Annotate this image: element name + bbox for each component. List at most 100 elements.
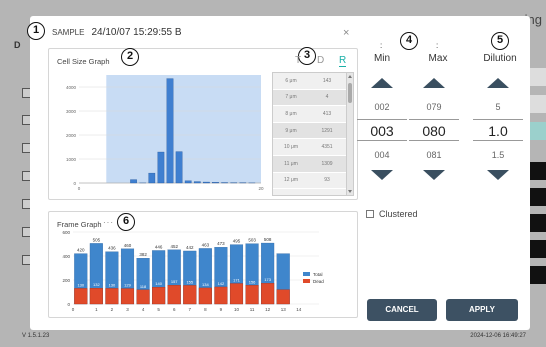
cancel-button[interactable]: CANCEL [367, 299, 437, 321]
max-increase-arrow-icon[interactable] [423, 78, 445, 88]
x-tick-label: 9 [220, 307, 223, 312]
x-tick-label: 7 [189, 307, 192, 312]
apply-button[interactable]: APPLY [446, 299, 518, 321]
dilution-prev-value[interactable]: 5 [473, 102, 523, 112]
dead-data-label: 134 [202, 282, 209, 287]
scroll-down-icon[interactable] [348, 190, 352, 193]
dead-data-label: 132 [93, 282, 100, 287]
histogram-bar [175, 151, 183, 184]
frame-panel: Frame Graph ··· 6 0 200 400 600 420 130 505 132… [48, 211, 358, 318]
histogram-bar [166, 78, 174, 184]
histogram-bar [157, 151, 165, 184]
total-data-label: 503 [248, 238, 256, 243]
dead-bar [120, 288, 135, 305]
max-current-value[interactable]: 080 [409, 119, 459, 141]
dilution-next-value[interactable]: 1.5 [473, 150, 523, 160]
size-table-row: 7 μm 4 [273, 89, 353, 107]
y-tick-label: 400 [62, 254, 70, 259]
sample-detail-dialog: 1 SAMPLE 24/10/07 15:29:55 B × Cell Size … [27, 16, 530, 330]
table-scrollbar[interactable] [346, 73, 353, 195]
legend-swatch-dead [303, 279, 310, 283]
tab-r[interactable]: R [339, 55, 347, 67]
count-cell: 143 [322, 77, 332, 84]
total-data-label: 446 [155, 244, 163, 249]
cell-size-panel: Cell Size Graph 2 3 T D R 0 1000 2000 3000 4… [48, 47, 358, 200]
dead-bar [105, 288, 119, 305]
x-tick-label: 8 [204, 307, 207, 312]
max-prev-value[interactable]: 079 [409, 102, 459, 112]
min-prev-value[interactable]: 002 [357, 102, 407, 112]
tab-t[interactable]: T [295, 55, 301, 66]
x-tick-label: 10 [234, 307, 240, 312]
close-icon[interactable]: × [343, 27, 349, 39]
dead-data-label: 130 [77, 282, 84, 287]
y-tick-label: 200 [62, 278, 70, 283]
dialog-title: SAMPLE 24/10/07 15:29:55 B [52, 27, 182, 38]
total-data-label: 442 [186, 245, 194, 250]
size-count-table: 6 μm 143 7 μm 4 8 μm 413 9 μm 1291 10 μm 4351 11 μ… [272, 72, 354, 196]
size-table-row: 6 μm 143 [273, 73, 353, 90]
min-increase-arrow-icon[interactable] [371, 78, 393, 88]
max-decrease-arrow-icon[interactable] [423, 170, 445, 180]
x-tick-label: 3 [126, 307, 129, 312]
checkbox-icon[interactable] [366, 210, 374, 218]
dead-bar [198, 287, 212, 305]
legend-label-dead: Dead [313, 279, 324, 284]
dilution-current-value[interactable]: 1.0 [473, 119, 523, 141]
clustered-checkbox[interactable]: Clustered [366, 209, 418, 219]
dead-data-label: 142 [218, 281, 225, 286]
count-cell: 1309 [321, 160, 333, 167]
histogram-bar [148, 172, 156, 184]
size-table-row: 12 μm 93 [273, 173, 353, 190]
size-cell: 11 μm [284, 160, 298, 167]
frame-bar-chart: 0200400600420130505132436130460129382118… [62, 230, 324, 312]
scroll-up-icon[interactable] [348, 75, 352, 78]
dilution-decrease-arrow-icon[interactable] [487, 170, 509, 180]
dead-bar [136, 289, 150, 305]
x-tick-label: 5 [157, 307, 160, 312]
size-cell: 7 μm [285, 94, 297, 101]
callout-5: 5 [491, 32, 509, 50]
x-tick-label: 1 [95, 307, 98, 312]
dead-data-label: 155 [186, 279, 193, 284]
y-tick-label: 4000 [66, 85, 77, 90]
count-cell: 1291 [321, 127, 333, 134]
dead-bar [261, 283, 275, 305]
tab-d[interactable]: D [317, 55, 324, 66]
x-tick-label: 2 [111, 307, 114, 312]
dead-bar [183, 285, 197, 305]
size-table-row: 9 μm 1291 [273, 122, 353, 140]
size-cell: 6 μm [285, 77, 297, 84]
count-cell: 93 [324, 177, 330, 184]
dead-data-label: 140 [155, 281, 162, 286]
min-decrease-arrow-icon[interactable] [371, 170, 393, 180]
clustered-label: Clustered [379, 209, 418, 219]
min-current-value[interactable]: 003 [357, 119, 407, 141]
dilution-increase-arrow-icon[interactable] [487, 78, 509, 88]
y-tick-label: 0 [73, 181, 76, 186]
callout-1: 1 [27, 22, 45, 40]
max-next-value[interactable]: 081 [409, 150, 459, 160]
background-header-letter: D [14, 40, 21, 50]
x-tick-label: 0 [78, 186, 81, 191]
dead-bar [74, 288, 88, 305]
max-label: Max [428, 53, 448, 64]
x-tick-label: 6 [173, 307, 176, 312]
dead-bar [89, 288, 103, 305]
total-data-label: 452 [170, 244, 178, 249]
min-next-value[interactable]: 004 [357, 150, 407, 160]
scroll-thumb[interactable] [348, 83, 352, 103]
total-data-label: 420 [77, 248, 85, 253]
sample-label: SAMPLE [52, 28, 85, 37]
cell-size-title: Cell Size Graph [57, 57, 110, 66]
size-table-row: 10 μm 4351 [273, 139, 353, 156]
callout-2: 2 [121, 48, 139, 66]
dead-data-label: 171 [233, 277, 240, 282]
count-cell: 4351 [321, 144, 333, 151]
size-cell: 12 μm [284, 177, 298, 184]
count-cell: 4 [325, 94, 329, 101]
size-cell: 9 μm [285, 127, 297, 134]
dead-bar [229, 283, 244, 305]
total-data-label: 473 [217, 241, 225, 246]
total-data-label: 508 [264, 237, 272, 242]
